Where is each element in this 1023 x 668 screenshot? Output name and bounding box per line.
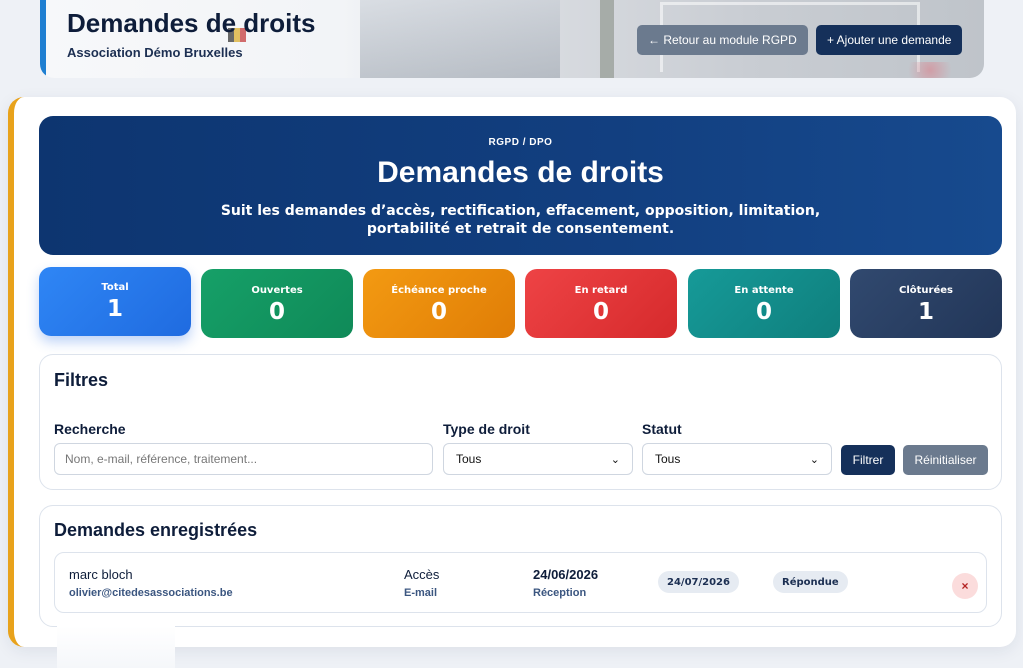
add-request-button[interactable]: + Ajouter une demande [816, 25, 963, 55]
delete-icon[interactable]: × [952, 573, 978, 599]
right-type-select[interactable]: Tous ⌄ [443, 443, 633, 475]
filters-panel: Filtres Recherche Type de droit Tous ⌄ S… [39, 354, 1002, 490]
hero-eyebrow: RGPD / DPO [488, 137, 553, 148]
header-background-flowers [900, 62, 960, 78]
status-select[interactable]: Tous ⌄ [642, 443, 832, 475]
stat-value: 0 [592, 299, 609, 325]
header-background-detail [600, 0, 614, 78]
header-accent-bar [40, 0, 46, 78]
requester-email: olivier@citedesassociations.be [69, 587, 233, 599]
stat-card-total: Total 1 [39, 267, 191, 336]
chevron-down-icon: ⌄ [610, 453, 620, 466]
stat-card-pending: En attente 0 [688, 269, 840, 338]
hero-banner: RGPD / DPO Demandes de droits Suit les d… [39, 116, 1002, 255]
stat-label: En retard [574, 285, 628, 296]
right-type-label: Type de droit [443, 421, 530, 437]
stat-label: Échéance proche [391, 285, 487, 296]
stat-value: 0 [755, 299, 772, 325]
stat-value: 0 [430, 299, 447, 325]
header-background-image [360, 0, 560, 78]
search-input[interactable] [54, 443, 433, 475]
stat-label: Ouvertes [251, 285, 303, 296]
status-label: Statut [642, 421, 682, 437]
right-type: Accès [404, 567, 440, 582]
main-card: RGPD / DPO Demandes de droits Suit les d… [8, 97, 1016, 647]
hero-description: Suit les demandes d’accès, rectification… [220, 203, 821, 237]
stat-label: Total [101, 282, 129, 293]
deadline-badge: 24/07/2026 [658, 571, 739, 593]
stat-label: Clôturées [899, 285, 953, 296]
stat-card-open: Ouvertes 0 [201, 269, 353, 338]
page-header: Demandes de droits Association Démo Brux… [40, 0, 984, 78]
stat-value: 0 [268, 299, 285, 325]
reset-button[interactable]: Réinitialiser [903, 445, 988, 475]
stat-value: 1 [106, 296, 123, 322]
right-type-value: Tous [456, 452, 482, 466]
stat-value: 1 [917, 299, 934, 325]
hero-title: Demandes de droits [377, 156, 664, 189]
records-panel: Demandes enregistrées marc bloch olivier… [39, 505, 1002, 627]
table-row[interactable]: marc bloch olivier@citedesassociations.b… [54, 552, 987, 613]
search-label: Recherche [54, 421, 126, 437]
footer-fade [57, 626, 175, 668]
filters-title: Filtres [54, 370, 109, 390]
request-channel: E-mail [404, 587, 438, 599]
status-badge: Répondue [773, 571, 848, 593]
reception-date-label: Réception [533, 587, 587, 599]
reception-date: 24/06/2026 [533, 567, 599, 582]
filter-button[interactable]: Filtrer [841, 445, 895, 475]
stat-card-closed: Clôturées 1 [850, 269, 1002, 338]
chevron-down-icon: ⌄ [809, 453, 819, 466]
requester-name: marc bloch [69, 567, 133, 582]
records-title: Demandes enregistrées [54, 520, 258, 540]
stat-card-late: En retard 0 [525, 269, 677, 338]
stat-card-due-soon: Échéance proche 0 [363, 269, 515, 338]
status-value: Tous [655, 452, 681, 466]
back-to-rgpd-button[interactable]: ← Retour au module RGPD [637, 25, 808, 55]
stat-label: En attente [734, 285, 794, 296]
page-title: Demandes de droits [67, 8, 316, 38]
organization-name: Association Démo Bruxelles [67, 45, 243, 60]
